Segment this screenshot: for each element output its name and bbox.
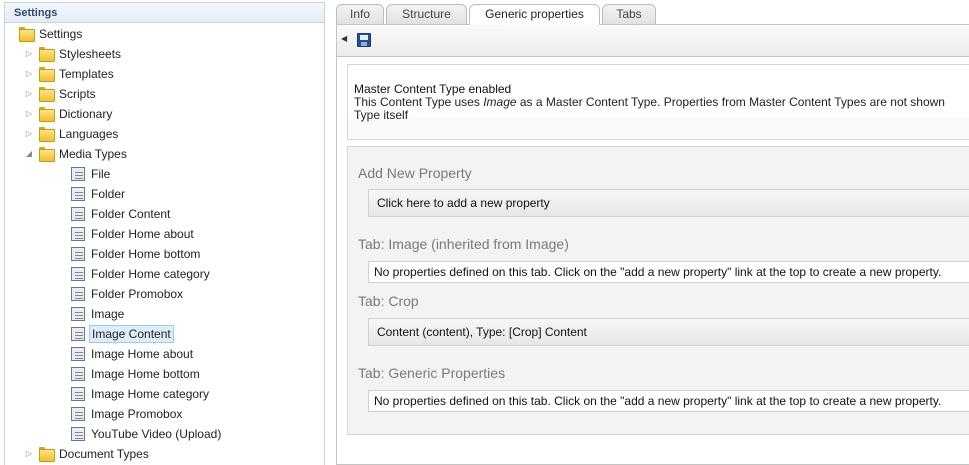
media-type-icon — [71, 347, 85, 361]
media-type-icon — [71, 287, 85, 301]
tree-item[interactable]: Folder Promobox — [5, 285, 324, 303]
tree-item-label[interactable]: Settings — [37, 25, 84, 43]
tree-item[interactable]: Image Home category — [5, 385, 324, 403]
tree-item-label[interactable]: Stylesheets — [57, 45, 123, 63]
tree-item[interactable]: Folder Home about — [5, 225, 324, 243]
tree-item-label[interactable]: Image Home category — [89, 385, 211, 403]
tree-item-label[interactable]: Scripts — [57, 85, 98, 103]
folder-icon — [39, 67, 55, 82]
media-type-icon — [71, 407, 85, 421]
tree-item[interactable]: ▷ Document Types — [5, 445, 324, 463]
tree-item[interactable]: Folder Home bottom — [5, 245, 324, 263]
media-type-icon — [71, 307, 85, 321]
tree-item[interactable]: ▷ Languages — [5, 125, 324, 143]
tree-item-label[interactable]: File — [89, 165, 112, 183]
properties-section: Add New Property Click here to add a new… — [347, 146, 969, 435]
tree-item-label[interactable]: Folder Home about — [89, 225, 196, 243]
tab-generic-empty-message: No properties defined on this tab. Click… — [368, 390, 969, 412]
tab-tabs[interactable]: Tabs — [602, 4, 656, 24]
tree-collapse-arrow-icon[interactable]: ◢ — [25, 145, 33, 163]
master-type-name: Image — [483, 95, 517, 109]
tree-expand-arrow-icon[interactable]: ▷ — [25, 85, 33, 103]
tab-generic-properties[interactable]: Generic properties — [469, 4, 600, 25]
tree-item-label[interactable]: Image Home about — [89, 345, 195, 363]
folder-icon — [39, 47, 55, 62]
tree-item[interactable]: ▷ Dictionary — [5, 105, 324, 123]
tree-item[interactable]: Image Content — [5, 325, 324, 343]
tree-item-label[interactable]: Templates — [57, 65, 116, 83]
tab-info[interactable]: Info — [336, 4, 384, 24]
media-type-icon — [71, 327, 85, 341]
tree-item[interactable]: ▷ Templates — [5, 65, 324, 83]
tree-item-label[interactable]: Image Home bottom — [89, 365, 202, 383]
tree-item[interactable]: Folder Home category — [5, 265, 324, 283]
media-type-icon — [71, 247, 85, 261]
crop-property-item[interactable]: Content (content), Type: [Crop] Content — [368, 318, 969, 346]
add-property-heading: Add New Property — [358, 165, 472, 181]
tree-expand-arrow-icon[interactable]: ▷ — [25, 65, 33, 83]
tree-item[interactable]: Image Promobox — [5, 405, 324, 423]
tree-item-label[interactable]: Folder — [89, 185, 127, 203]
tree-item-label[interactable]: Folder Home bottom — [89, 245, 202, 263]
tab-generic-heading: Tab: Generic Properties — [358, 365, 506, 381]
tree-item-label[interactable]: Dictionary — [57, 105, 114, 123]
tree-item-label[interactable]: Languages — [57, 125, 120, 143]
media-type-icon — [71, 427, 85, 441]
tab-image-heading: Tab: Image (inherited from Image) — [358, 236, 569, 252]
add-property-link[interactable]: Click here to add a new property — [368, 189, 969, 217]
tree-item-label[interactable]: Image Content — [89, 325, 174, 343]
tree-item[interactable]: ▷ Stylesheets — [5, 45, 324, 63]
folder-icon — [39, 127, 55, 142]
master-content-type-notice: Master Content Type enabled This Content… — [347, 64, 969, 140]
folder-icon — [39, 447, 55, 462]
tree-expand-arrow-icon[interactable]: ▷ — [25, 105, 33, 123]
settings-panel-header: Settings — [5, 3, 324, 23]
master-notice-text: This Content Type uses Image as a Master… — [354, 95, 945, 109]
tree-item[interactable]: Folder — [5, 185, 324, 203]
tree-item[interactable]: Settings — [5, 25, 324, 43]
tree-item-label[interactable]: Media Types — [57, 145, 129, 163]
media-type-icon — [71, 167, 85, 181]
media-type-icon — [71, 267, 85, 281]
tree-item[interactable]: Image Home bottom — [5, 365, 324, 383]
tree-item[interactable]: Image Home about — [5, 345, 324, 363]
media-type-icon — [71, 387, 85, 401]
toolbar: ◀ — [337, 25, 969, 57]
tree-expand-arrow-icon[interactable]: ▷ — [25, 445, 33, 463]
tree-item[interactable]: ◢ Media Types — [5, 145, 324, 163]
tree-item[interactable]: ▷ Scripts — [5, 85, 324, 103]
folder-icon — [39, 107, 55, 122]
folder-icon — [19, 27, 35, 42]
tree-item-label[interactable]: Image Promobox — [89, 405, 184, 423]
content-panel: ◀ Master Content Type enabled This Conte… — [336, 24, 969, 465]
tree-item-label[interactable]: Document Types — [57, 445, 151, 463]
tree-expand-arrow-icon[interactable]: ▷ — [25, 125, 33, 143]
tree-item-label[interactable]: Folder Content — [89, 205, 172, 223]
tree-item[interactable]: Image — [5, 305, 324, 323]
tab-structure[interactable]: Structure — [386, 4, 467, 24]
tree-item-label[interactable]: Image — [89, 305, 126, 323]
tree-item[interactable]: File — [5, 165, 324, 183]
media-type-icon — [71, 187, 85, 201]
media-type-icon — [71, 227, 85, 241]
folder-icon — [39, 147, 55, 162]
tree-item-label[interactable]: YouTube Video (Upload) — [89, 425, 223, 443]
tree-item-label[interactable]: Folder Promobox — [89, 285, 185, 303]
settings-tree-panel: Settings Settings ▷ Stylesheets ▷ Templates ▷… — [4, 2, 325, 465]
media-type-icon — [71, 207, 85, 221]
tree-item-label[interactable]: Folder Home category — [89, 265, 212, 283]
tab-image-empty-message: No properties defined on this tab. Click… — [368, 261, 969, 283]
tree-expand-arrow-icon[interactable]: ▷ — [25, 45, 33, 63]
toolbar-collapse-icon[interactable]: ◀ — [341, 34, 347, 43]
tab-crop-heading: Tab: Crop — [358, 293, 419, 309]
save-icon[interactable] — [357, 33, 371, 47]
media-type-icon — [71, 367, 85, 381]
tree-item[interactable]: Folder Content — [5, 205, 324, 223]
master-notice-text-continued: Type itself — [354, 108, 409, 122]
tree-item[interactable]: YouTube Video (Upload) — [5, 425, 324, 443]
folder-icon — [39, 87, 55, 102]
